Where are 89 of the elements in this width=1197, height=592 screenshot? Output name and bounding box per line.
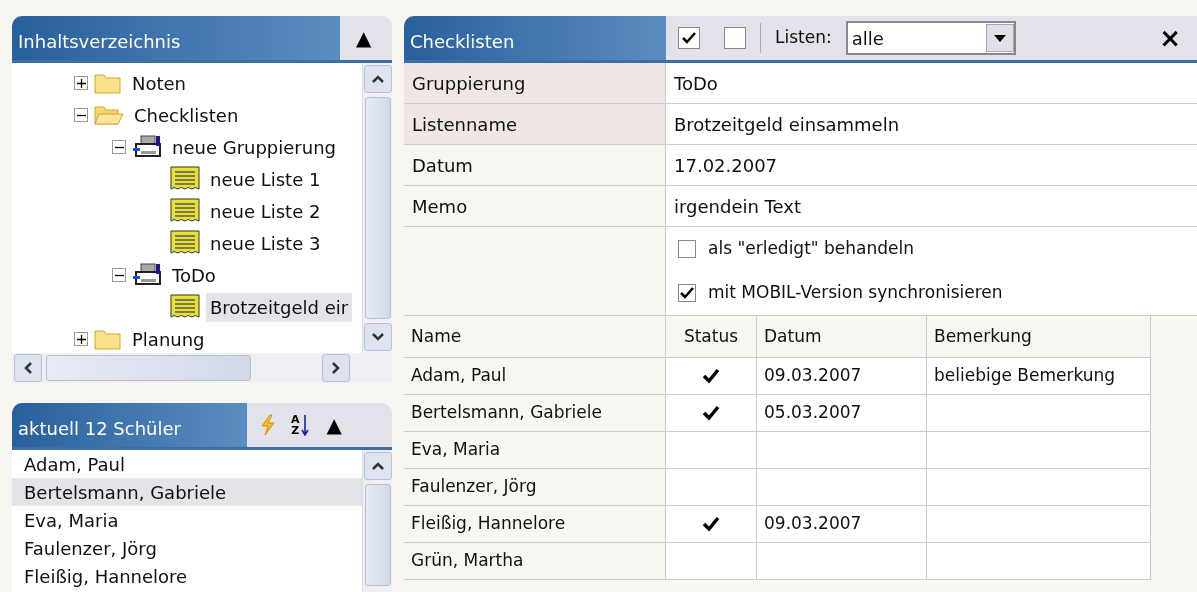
scroll-thumb[interactable] [364, 484, 391, 586]
tree-item[interactable]: Brotzeitgeld eir [206, 292, 353, 322]
table-cell: Eva, Maria [404, 432, 666, 469]
lists-label: Listen: [775, 26, 832, 50]
scroll-down-button[interactable] [363, 323, 392, 351]
tree-item[interactable]: neue Liste 1 [206, 164, 325, 194]
tree-item[interactable]: Noten [128, 68, 191, 98]
student-item[interactable]: Eva, Maria [12, 506, 362, 534]
field-value[interactable]: ToDo [666, 63, 1197, 104]
panel-title: Inhaltsverzeichnis [12, 16, 340, 60]
table-cell: 05.03.2007 [757, 395, 927, 432]
lists-dropdown[interactable]: alle [845, 21, 1016, 55]
plus-icon [76, 78, 86, 88]
tree-item[interactable]: ToDo [168, 260, 220, 290]
up-chevron-icon [370, 461, 385, 471]
field-label: Listenname [404, 104, 666, 145]
left-chevron-icon [23, 361, 33, 375]
field-value[interactable]: Brotzeitgeld einsammeln [666, 104, 1197, 145]
list-sheet-icon [170, 198, 200, 224]
sort-button[interactable]: A Z [287, 414, 313, 436]
column-header: Status [666, 316, 757, 358]
field-label: Gruppierung [404, 63, 666, 104]
table-cell: Adam, Paul [404, 358, 666, 395]
field-label: Memo [404, 186, 666, 227]
checkbox-label: mit MOBIL-Version synchronisieren [708, 281, 1003, 305]
list-sheet-icon [170, 230, 200, 256]
checkbox-label: als "erledigt" behandeln [708, 237, 914, 261]
expander-button[interactable] [74, 76, 88, 90]
scroll-up-button[interactable] [363, 452, 392, 480]
table-cell: 09.03.2007 [757, 358, 927, 395]
vertical-scrollbar[interactable] [362, 450, 392, 592]
student-item[interactable]: Faulenzer, Jörg [12, 534, 362, 562]
tree-item[interactable]: neue Liste 3 [206, 228, 325, 258]
collapse-button[interactable]: ▲ [322, 415, 346, 435]
open-folder-icon [94, 103, 124, 127]
check-icon [702, 405, 720, 421]
uncheck-all-button[interactable] [724, 27, 746, 49]
table-cell: 09.03.2007 [757, 506, 927, 543]
panel-title: aktuell 12 Schüler [12, 403, 247, 447]
expander-button[interactable] [74, 108, 88, 122]
tree-item[interactable]: neue Gruppierung [168, 132, 340, 162]
student-item[interactable]: Bertelsmann, Gabriele [12, 478, 362, 506]
down-chevron-icon [370, 332, 385, 342]
panel-title: Checklisten [404, 16, 666, 60]
down-arrow-icon [300, 414, 309, 436]
table-cell: Grün, Martha [404, 543, 666, 580]
tree-item[interactable]: Planung [128, 324, 209, 353]
expander-button[interactable] [112, 140, 126, 154]
table-cell: Faulenzer, Jörg [404, 469, 666, 506]
column-header: Bemerkung [927, 316, 1151, 358]
folder-icon [94, 327, 122, 351]
right-chevron-icon [331, 361, 341, 375]
scroll-left-button[interactable] [14, 354, 42, 382]
column-header: Datum [757, 316, 927, 358]
list-sheet-icon [170, 294, 200, 320]
vertical-scrollbar[interactable] [362, 63, 392, 353]
tree-item[interactable]: Checklisten [130, 100, 243, 130]
check-icon [702, 516, 720, 532]
field-value[interactable]: irgendein Text [666, 186, 1197, 227]
field-value[interactable]: 17.02.2007 [666, 145, 1197, 186]
scroll-up-button[interactable] [363, 65, 392, 93]
checkbox[interactable] [678, 284, 696, 302]
scroll-right-button[interactable] [322, 354, 350, 382]
tray-icon [132, 262, 162, 288]
check-icon [682, 32, 696, 44]
tray-icon [132, 134, 162, 160]
up-chevron-icon [370, 74, 385, 84]
field-label: Datum [404, 145, 666, 186]
scroll-thumb[interactable] [46, 355, 251, 381]
checkbox[interactable] [678, 240, 696, 258]
caret-icon [993, 34, 1006, 42]
expander-button[interactable] [74, 332, 88, 346]
student-item[interactable]: Adam, Paul [12, 450, 362, 478]
table-cell: beliebige Bemerkung [927, 358, 1151, 395]
check-icon [680, 287, 694, 299]
table-cell: Bertelsmann, Gabriele [404, 395, 666, 432]
column-header: Name [404, 316, 666, 358]
folder-icon [94, 71, 122, 95]
horizontal-scrollbar[interactable] [12, 353, 392, 383]
plus-icon [76, 334, 86, 344]
check-all-button[interactable] [678, 27, 700, 49]
tree-item[interactable]: neue Liste 2 [206, 196, 325, 226]
check-icon [702, 368, 720, 384]
close-button[interactable]: × [1155, 25, 1185, 51]
student-item[interactable]: Fleißig, Hannelore [12, 562, 362, 590]
scroll-thumb[interactable] [364, 97, 391, 319]
list-sheet-icon [170, 166, 200, 192]
table-cell: Fleißig, Hannelore [404, 506, 666, 543]
expander-button[interactable] [112, 268, 126, 282]
